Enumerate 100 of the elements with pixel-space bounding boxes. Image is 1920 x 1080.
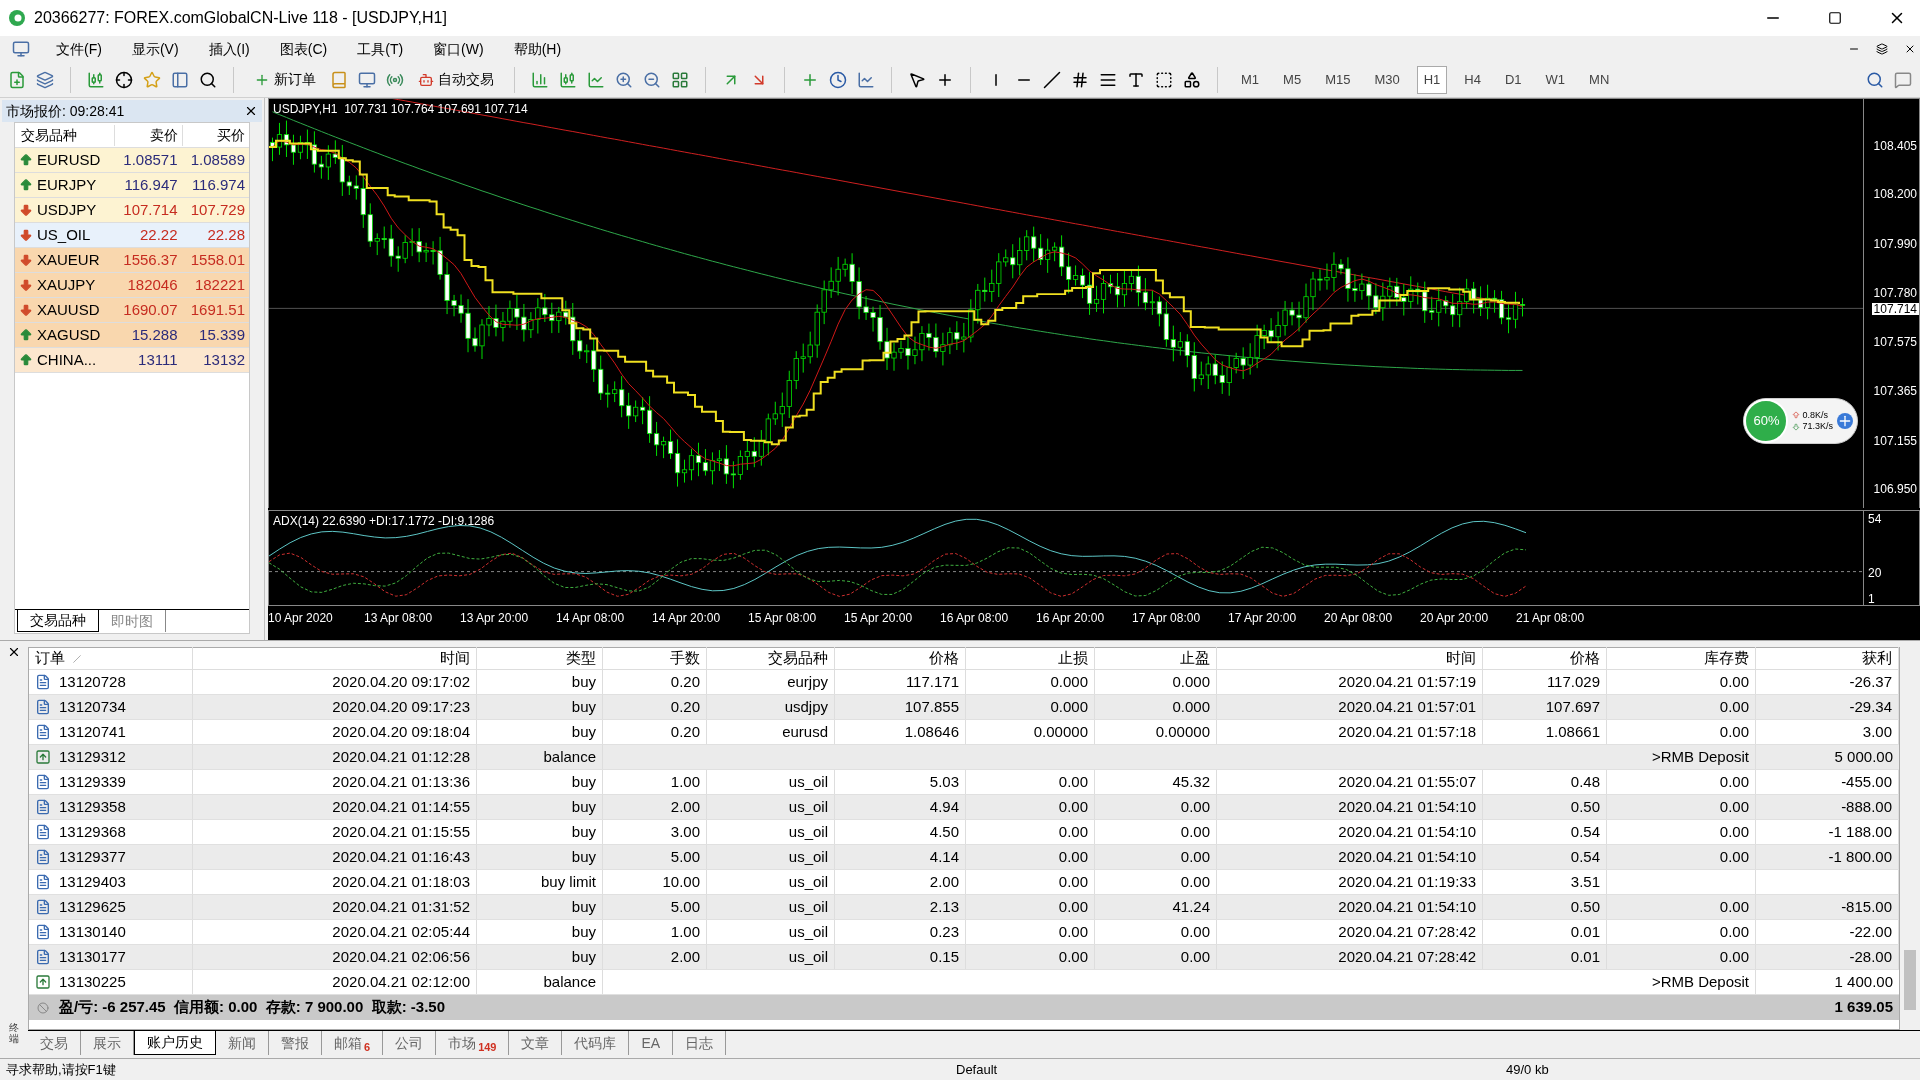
add-icon[interactable] xyxy=(1837,413,1853,429)
quote-row[interactable]: CHINA... 13111 13132 xyxy=(15,348,249,373)
bar-chart-icon[interactable] xyxy=(531,70,549,89)
panel-tab[interactable]: 交易品种 xyxy=(17,610,99,632)
quote-row[interactable]: USDJPY 107.714 107.729 xyxy=(15,198,249,223)
search-icon[interactable] xyxy=(1866,70,1884,89)
column-header[interactable]: 时间 xyxy=(193,647,477,670)
close-button[interactable] xyxy=(1904,43,1916,55)
column-header[interactable]: 交易品种 xyxy=(707,647,835,670)
column-header[interactable]: 交易品种 xyxy=(15,124,115,146)
table-row[interactable]: 13129377 2020.04.21 01:16:43 buy 5.00 us_oil 4.14 0.00 0.00 2020.04.21 01:54:10 0.54 0.00 -1 800.00 xyxy=(29,845,1899,870)
book-icon[interactable] xyxy=(330,70,348,89)
timeframe-button[interactable]: M30 xyxy=(1367,65,1407,94)
line-chart-icon[interactable] xyxy=(587,70,605,89)
maximize-button[interactable] xyxy=(1828,11,1842,25)
zoom-in-icon[interactable] xyxy=(615,70,633,89)
timeframe-button[interactable]: D1 xyxy=(1497,65,1529,94)
timeframe-button[interactable]: M1 xyxy=(1234,65,1267,94)
quote-row[interactable]: XAUJPY 182046 182221 xyxy=(15,273,249,298)
table-row[interactable]: 13130225 2020.04.21 02:12:00 balance >RMB Deposit 1 400.00 xyxy=(29,970,1899,995)
timeframe-button[interactable]: M15 xyxy=(1318,65,1358,94)
profiles-icon[interactable] xyxy=(36,70,54,89)
terminal-tab[interactable]: 新闻 xyxy=(216,1031,269,1055)
table-cell-text: 0.54 xyxy=(1570,821,1600,842)
table-row[interactable]: 13120741 2020.04.20 09:18:04 buy 0.20 eurusd 1.08646 0.00000 0.00000 2020.04.21 01:57:18 1.08661 0.00 3.00 xyxy=(29,720,1899,745)
column-header[interactable]: 价格 xyxy=(835,647,966,670)
terminal-tab[interactable]: 交易 xyxy=(28,1031,81,1055)
zoom-out-icon[interactable] xyxy=(643,70,661,89)
new-chart-icon[interactable] xyxy=(8,70,26,89)
terminal-tab[interactable]: EA xyxy=(629,1031,674,1055)
column-header[interactable]: 订单 xyxy=(29,647,193,670)
ask-price: 13132 xyxy=(202,349,246,370)
new-order-button[interactable]: 新订单 xyxy=(250,69,320,90)
trendline-icon[interactable] xyxy=(1043,70,1061,89)
quote-row[interactable]: EURJPY 116.947 116.974 xyxy=(15,173,249,198)
symbol-name: EURUSD xyxy=(37,149,101,170)
terminal-tab[interactable]: 日志 xyxy=(673,1031,727,1055)
timeframe-button[interactable]: H4 xyxy=(1457,65,1488,94)
text-tool-icon[interactable] xyxy=(1127,70,1145,89)
terminal-tab[interactable]: 公司 xyxy=(383,1031,437,1055)
terminal-tab[interactable]: 警报 xyxy=(269,1031,322,1055)
column-header[interactable]: 时间 xyxy=(1217,647,1483,670)
timeframe-button[interactable]: M5 xyxy=(1276,65,1309,94)
column-header[interactable]: 库存费 xyxy=(1607,647,1756,670)
close-button[interactable] xyxy=(7,645,21,659)
crosshair-icon[interactable] xyxy=(115,70,133,89)
column-header[interactable]: 止损 xyxy=(966,647,1095,670)
table-row[interactable]: 13129312 2020.04.21 01:12:28 balance >RMB Deposit 5 000.00 xyxy=(29,745,1899,770)
tile-windows-icon[interactable] xyxy=(671,70,689,89)
menu-item[interactable]: 图表(C) xyxy=(275,38,332,60)
cursor-icon[interactable] xyxy=(908,70,926,89)
table-cell-text: 0.00 xyxy=(1058,846,1088,867)
menu-item[interactable]: 窗口(W) xyxy=(429,38,488,60)
column-header[interactable]: 买价 xyxy=(181,124,249,146)
quote-row[interactable]: XAUEUR 1556.37 1558.01 xyxy=(15,248,249,273)
auto-trading-button[interactable]: 自动交易 xyxy=(414,69,498,90)
column-header[interactable]: 类型 xyxy=(477,647,603,670)
quote-row[interactable]: US_OIL 22.22 22.28 xyxy=(15,223,249,248)
navigator-icon[interactable] xyxy=(171,70,189,89)
shapes-icon[interactable] xyxy=(1183,70,1201,89)
menu-item[interactable]: 文件(F) xyxy=(52,38,106,60)
menu-item[interactable]: 帮助(H) xyxy=(509,38,566,60)
table-cell-text: 2.00 xyxy=(929,871,959,892)
column-header[interactable]: 手数 xyxy=(603,647,707,670)
table-row[interactable]: 13120728 2020.04.20 09:17:02 buy 0.20 eurjpy 117.171 0.000 0.000 2020.04.21 01:57:19 117.029 0.00 -26.37 xyxy=(29,670,1899,695)
column-header[interactable]: 止盈 xyxy=(1095,647,1217,670)
quote-row[interactable]: XAGUSD 15.288 15.339 xyxy=(15,323,249,348)
table-cell-text: eurusd xyxy=(782,721,828,742)
menu-item[interactable]: 插入(I) xyxy=(204,38,254,60)
table-cell-text: 0.54 xyxy=(1570,846,1600,867)
table-row[interactable]: 13130140 2020.04.21 02:05:44 buy 1.00 us_oil 0.23 0.00 0.00 2020.04.21 07:28:42 0.01 0.00 -22.00 xyxy=(29,920,1899,945)
table-cell-text: 5.00 xyxy=(670,846,700,867)
terminal-tab[interactable]: 文章 xyxy=(509,1031,563,1055)
terminal-tab[interactable]: 代码库 xyxy=(562,1031,630,1055)
clock-icon[interactable] xyxy=(829,70,847,89)
table-row[interactable]: 13129625 2020.04.21 01:31:52 buy 5.00 us_oil 2.13 0.00 41.24 2020.04.21 01:54:10 0.50 0.00 -815.00 xyxy=(29,895,1899,920)
table-cell-text: 0.00 xyxy=(1719,821,1749,842)
timeframe-button[interactable]: W1 xyxy=(1538,65,1573,94)
table-row[interactable]: 13129358 2020.04.21 01:14:55 buy 2.00 us_oil 4.94 0.00 0.00 2020.04.21 01:54:10 0.50 0.00 -888.00 xyxy=(29,795,1899,820)
column-header[interactable]: 卖价 xyxy=(114,124,182,146)
timeframe-button[interactable]: MN xyxy=(1582,65,1617,94)
candlestick-icon[interactable] xyxy=(559,70,577,89)
quote-row[interactable]: XAUUSD 1690.07 1691.51 xyxy=(15,298,249,323)
panel-tab[interactable]: 即时图 xyxy=(99,610,166,632)
table-row[interactable]: 13120734 2020.04.20 09:17:23 buy 0.20 usdjpy 107.855 0.000 0.000 2020.04.21 01:57:01 107.697 0.00 -29.34 xyxy=(29,695,1899,720)
monitor-icon[interactable] xyxy=(358,70,376,89)
table-row[interactable]: 13130177 2020.04.21 02:06:56 buy 2.00 us_oil 0.15 0.00 0.00 2020.04.21 07:28:42 0.01 0.00 -28.00 xyxy=(29,945,1899,970)
column-header[interactable]: 价格 xyxy=(1483,647,1607,670)
table-row[interactable]: 13129368 2020.04.21 01:15:55 buy 3.00 us_oil 4.50 0.00 0.00 2020.04.21 01:54:10 0.54 0.00 -1 188.00 xyxy=(29,820,1899,845)
terminal-tab[interactable]: 账户历史 xyxy=(134,1031,216,1055)
menu-item[interactable]: 显示(V) xyxy=(127,38,183,60)
quote-row[interactable]: EURUSD 1.08571 1.08589 xyxy=(15,148,249,173)
chat-icon[interactable] xyxy=(1894,70,1912,89)
close-button[interactable] xyxy=(244,104,258,118)
table-row[interactable]: 13129339 2020.04.21 01:13:36 buy 1.00 us_oil 5.03 0.00 45.32 2020.04.21 01:55:07 0.48 0.00 -455.00 xyxy=(29,770,1899,795)
table-row[interactable]: 13129403 2020.04.21 01:18:03 buy limit 10.00 us_oil 2.00 0.00 0.00 2020.04.21 01:19:33 3.51 xyxy=(29,870,1899,895)
timeframe-button[interactable]: H1 xyxy=(1416,65,1448,94)
table-cell-text: 2020.04.21 02:12:00 xyxy=(332,971,470,992)
column-header[interactable]: 获利 xyxy=(1756,647,1899,670)
menu-item[interactable]: 工具(T) xyxy=(353,38,408,60)
